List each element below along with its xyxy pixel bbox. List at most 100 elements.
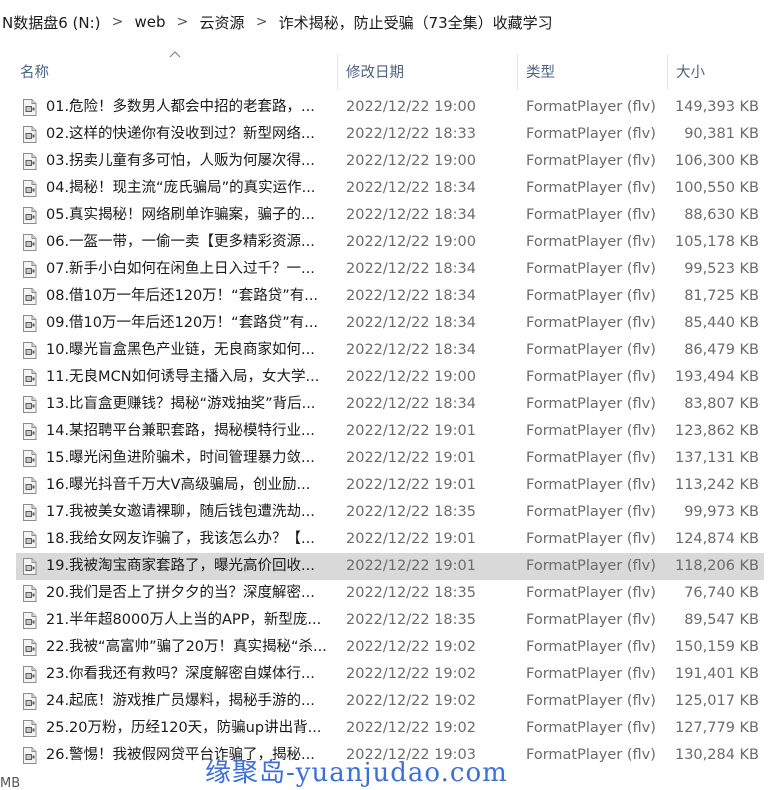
file-name[interactable]: 19.我被淘宝商家套路了，曝光高价回收... (46, 553, 336, 580)
file-type: FormatPlayer (flv) (526, 396, 656, 412)
breadcrumb-separator[interactable]: > (168, 14, 198, 30)
file-modified-date: 2022/12/22 19:00 (346, 153, 476, 169)
file-row[interactable]: 14.某招聘平台兼职套路，揭秘模特行业... 2022/12/22 19:01 Fo… (16, 418, 764, 445)
column-header-name[interactable]: 名称 (20, 48, 335, 94)
flv-file-icon (23, 261, 37, 278)
file-type: FormatPlayer (flv) (526, 180, 656, 196)
file-row[interactable]: 21.半年超8000万人上当的APP，新型庞... 2022/12/22 18:3… (16, 607, 764, 634)
file-row[interactable]: 22.我被“高富帅”骗了20万！真实揭秘“杀... 2022/12/22 19:0… (16, 634, 764, 661)
file-name[interactable]: 20.我们是否上了拼夕夕的当？深度解密... (46, 580, 336, 607)
file-row[interactable]: 19.我被淘宝商家套路了，曝光高价回收... 2022/12/22 19:01 Fo… (16, 553, 764, 580)
file-name[interactable]: 16.曝光抖音千万大V高级骗局，创业励... (46, 472, 336, 499)
file-row[interactable]: 25.20万粉，历经120天，防骗up讲出背... 2022/12/22 19:0… (16, 715, 764, 742)
file-row[interactable]: 23.你看我还有救吗？深度解密自媒体行... 2022/12/22 19:02 Fo… (16, 661, 764, 688)
file-modified-date: 2022/12/22 19:01 (346, 423, 476, 439)
file-row[interactable]: 08.借10万一年后还120万！“套路贷”有... 2022/12/22 18:3… (16, 283, 764, 310)
flv-file-icon (23, 612, 37, 629)
breadcrumb-item-folder[interactable]: 诈术揭秘，防止受骗（73全集）收藏学习 (277, 12, 555, 33)
file-name[interactable]: 05.真实揭秘！网络刷单诈骗案，骗子的... (46, 202, 336, 229)
file-row[interactable]: 11.无良MCN如何诱导主播入局，女大学... 2022/12/22 19:00 F… (16, 364, 764, 391)
file-size: 99,973 KB (684, 504, 759, 520)
file-name[interactable]: 24.起底！游戏推广员爆料，揭秘手游的... (46, 688, 336, 715)
column-header-size[interactable]: 大小 (676, 48, 766, 94)
column-header-type[interactable]: 类型 (526, 48, 666, 94)
column-header-date[interactable]: 修改日期 (346, 48, 516, 94)
file-name[interactable]: 06.一盔一带，一偷一卖【更多精彩资源... (46, 229, 336, 256)
file-type: FormatPlayer (flv) (526, 315, 656, 331)
file-modified-date: 2022/12/22 19:00 (346, 234, 476, 250)
file-name[interactable]: 10.曝光盲盒黑色产业链，无良商家如何... (46, 337, 336, 364)
file-modified-date: 2022/12/22 18:34 (346, 207, 476, 223)
file-name[interactable]: 03.拐卖儿童有多可怕，人贩为何屡次得... (46, 148, 336, 175)
file-row[interactable]: 07.新手小白如何在闲鱼上日入过千？一... 2022/12/22 18:34 Fo… (16, 256, 764, 283)
flv-file-icon (23, 153, 37, 170)
file-row[interactable]: 04.揭秘！现主流“庞氏骗局”的真实运作... 2022/12/22 18:34 F… (16, 175, 764, 202)
file-name[interactable]: 13.比盲盒更赚钱？揭秘“游戏抽奖”背后... (46, 391, 336, 418)
file-name[interactable]: 15.曝光闲鱼进阶骗术，时间管理暴力敛... (46, 445, 336, 472)
flv-file-icon (23, 531, 37, 548)
file-row[interactable]: 01.危险！多数男人都会中招的老套路，... 2022/12/22 19:00 Fo… (16, 94, 764, 121)
column-divider[interactable] (667, 54, 668, 90)
file-row[interactable]: 15.曝光闲鱼进阶骗术，时间管理暴力敛... 2022/12/22 19:01 Fo… (16, 445, 764, 472)
file-row[interactable]: 18.我给女网友诈骗了，我该怎么办？【... 2022/12/22 19:01 Fo… (16, 526, 764, 553)
file-name[interactable]: 23.你看我还有救吗？深度解密自媒体行... (46, 661, 336, 688)
flv-file-icon (23, 126, 37, 143)
file-name[interactable]: 21.半年超8000万人上当的APP，新型庞... (46, 607, 336, 634)
breadcrumb-item-web[interactable]: web (133, 13, 168, 31)
file-modified-date: 2022/12/22 18:34 (346, 288, 476, 304)
file-name[interactable]: 25.20万粉，历经120天，防骗up讲出背... (46, 715, 336, 742)
file-row[interactable]: 20.我们是否上了拼夕夕的当？深度解密... 2022/12/22 18:35 Fo… (16, 580, 764, 607)
file-modified-date: 2022/12/22 19:02 (346, 639, 476, 655)
file-size: 99,523 KB (684, 261, 759, 277)
flv-file-icon (23, 423, 37, 440)
file-row[interactable]: 16.曝光抖音千万大V高级骗局，创业励... 2022/12/22 19:01 Fo… (16, 472, 764, 499)
flv-file-icon (23, 585, 37, 602)
file-row[interactable]: 03.拐卖儿童有多可怕，人贩为何屡次得... 2022/12/22 19:00 Fo… (16, 148, 764, 175)
file-size: 100,550 KB (674, 180, 759, 196)
file-row[interactable]: 05.真实揭秘！网络刷单诈骗案，骗子的... 2022/12/22 18:34 Fo… (16, 202, 764, 229)
file-row[interactable]: 09.借10万一年后还120万！“套路贷”有... 2022/12/22 18:3… (16, 310, 764, 337)
file-icon-cell (22, 94, 39, 121)
flv-file-icon (23, 288, 37, 305)
file-name[interactable]: 02.这样的快递你有没收到过？新型网络... (46, 121, 336, 148)
flv-file-icon (23, 342, 37, 359)
file-row[interactable]: 13.比盲盒更赚钱？揭秘“游戏抽奖”背后... 2022/12/22 18:34 F… (16, 391, 764, 418)
file-row[interactable]: 10.曝光盲盒黑色产业链，无良商家如何... 2022/12/22 18:34 Fo… (16, 337, 764, 364)
file-icon-cell (22, 472, 39, 499)
breadcrumb-item-drive[interactable]: N数据盘6 (N:) (0, 12, 103, 33)
file-icon-cell (22, 580, 39, 607)
file-name[interactable]: 11.无良MCN如何诱导主播入局，女大学... (46, 364, 336, 391)
breadcrumb: N数据盘6 (N:) > web > 云资源 > 诈术揭秘，防止受骗（73全集）… (0, 0, 775, 44)
file-row[interactable]: 06.一盔一带，一偷一卖【更多精彩资源... 2022/12/22 19:00 Fo… (16, 229, 764, 256)
file-icon-cell (22, 391, 39, 418)
file-size: 86,479 KB (684, 342, 759, 358)
file-type: FormatPlayer (flv) (526, 693, 656, 709)
flv-file-icon (23, 396, 37, 413)
file-name[interactable]: 09.借10万一年后还120万！“套路贷”有... (46, 310, 336, 337)
file-size: 89,547 KB (684, 612, 759, 628)
file-icon-cell (22, 229, 39, 256)
file-name[interactable]: 18.我给女网友诈骗了，我该怎么办？【... (46, 526, 336, 553)
file-modified-date: 2022/12/22 18:35 (346, 504, 476, 520)
file-modified-date: 2022/12/22 19:01 (346, 558, 476, 574)
file-type: FormatPlayer (flv) (526, 612, 656, 628)
file-name[interactable]: 04.揭秘！现主流“庞氏骗局”的真实运作... (46, 175, 336, 202)
file-type: FormatPlayer (flv) (526, 234, 656, 250)
file-name[interactable]: 14.某招聘平台兼职套路，揭秘模特行业... (46, 418, 336, 445)
file-row[interactable]: 17.我被美女邀请裸聊，随后钱包遭洗劫... 2022/12/22 18:35 Fo… (16, 499, 764, 526)
status-fragment: MB (0, 776, 21, 790)
file-row[interactable]: 24.起底！游戏推广员爆料，揭秘手游的... 2022/12/22 19:02 Fo… (16, 688, 764, 715)
file-name[interactable]: 08.借10万一年后还120万！“套路贷”有... (46, 283, 336, 310)
column-divider[interactable] (517, 54, 518, 90)
file-name[interactable]: 17.我被美女邀请裸聊，随后钱包遭洗劫... (46, 499, 336, 526)
flv-file-icon (23, 180, 37, 197)
file-name[interactable]: 01.危险！多数男人都会中招的老套路，... (46, 94, 336, 121)
breadcrumb-separator[interactable]: > (103, 14, 133, 30)
file-icon-cell (22, 445, 39, 472)
breadcrumb-item-cloud[interactable]: 云资源 (198, 12, 247, 33)
column-divider[interactable] (337, 54, 338, 90)
file-name[interactable]: 07.新手小白如何在闲鱼上日入过千？一... (46, 256, 336, 283)
file-name[interactable]: 22.我被“高富帅”骗了20万！真实揭秘“杀... (46, 634, 336, 661)
breadcrumb-separator[interactable]: > (247, 14, 277, 30)
file-row[interactable]: 02.这样的快递你有没收到过？新型网络... 2022/12/22 18:33 Fo… (16, 121, 764, 148)
